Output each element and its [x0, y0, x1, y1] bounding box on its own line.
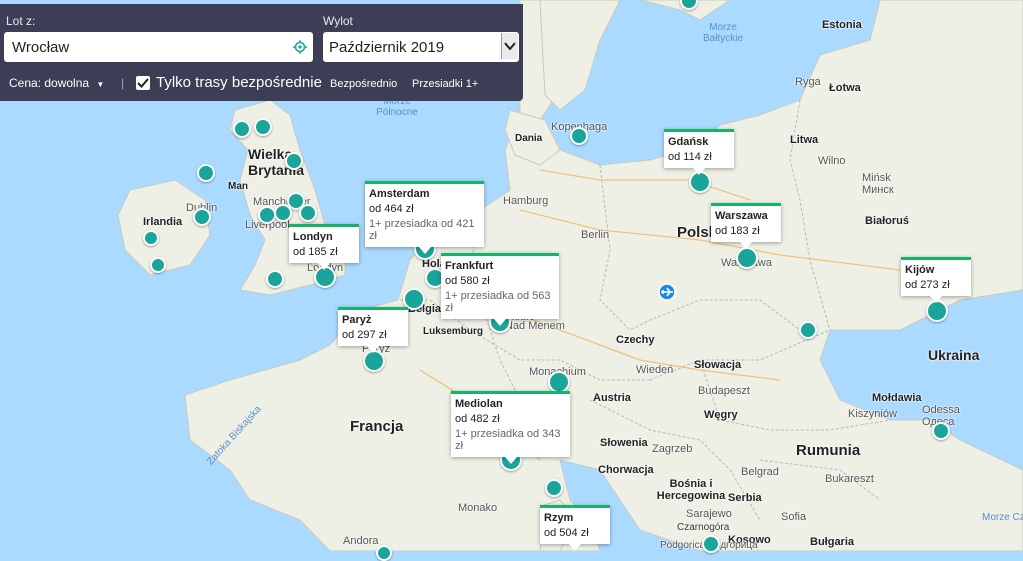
direct-only-checkbox[interactable]: [136, 76, 150, 90]
callout-warsaw[interactable]: Warszawa od 183 zł: [711, 203, 781, 249]
callout-price: od 273 zł: [905, 279, 950, 291]
callout-price: od 504 zł: [544, 527, 589, 539]
callout-price: od 482 zł: [455, 413, 500, 425]
tab-direct[interactable]: Bezpośrednio: [330, 78, 397, 90]
destination-dot[interactable]: [376, 545, 392, 561]
destination-dot[interactable]: [570, 127, 588, 145]
destination-dot[interactable]: [545, 479, 563, 497]
from-label: Lot z:: [6, 14, 36, 28]
callout-london[interactable]: Londyn od 185 zł: [289, 224, 359, 270]
destination-dot[interactable]: [932, 422, 950, 440]
chevron-down-icon[interactable]: [501, 33, 518, 59]
departure-select[interactable]: Październik 2019: [323, 32, 519, 62]
callout-price: od 464 zł: [369, 203, 414, 215]
callout-name: Warszawa: [715, 210, 768, 222]
callout-name: Gdańsk: [668, 136, 709, 148]
departure-label: Wylot: [323, 14, 353, 28]
callout-gdansk[interactable]: Gdańsk od 114 zł: [664, 129, 734, 175]
price-filter-label: Cena: dowolna: [9, 76, 90, 90]
callout-price: od 185 zł: [293, 246, 338, 258]
from-input[interactable]: [10, 32, 274, 62]
callout-rome[interactable]: Rzym od 504 zł: [540, 505, 610, 551]
callout-name: Frankfurt: [445, 260, 494, 272]
destination-dot-paris[interactable]: [363, 350, 385, 372]
destination-dot[interactable]: [274, 204, 292, 222]
origin-airplane-icon[interactable]: [658, 283, 676, 301]
search-panel: Lot z: Wylot Październik 2019 Cena: dowo…: [0, 4, 523, 101]
destination-dot[interactable]: [299, 204, 317, 222]
price-filter[interactable]: Cena: dowolna ▼: [9, 76, 104, 90]
destination-dot[interactable]: [285, 152, 303, 170]
callout-price: od 183 zł: [715, 225, 760, 237]
callout-frankfurt[interactable]: Frankfurt od 580 zł 1+ przesiadka od 563…: [441, 253, 559, 326]
callout-price: od 297 zł: [342, 329, 387, 341]
destination-dot[interactable]: [143, 230, 159, 246]
check-icon: [137, 78, 149, 88]
destination-dot[interactable]: [233, 120, 251, 138]
departure-value: Październik 2019: [329, 39, 445, 56]
destination-dot[interactable]: [193, 208, 211, 226]
destination-dot[interactable]: [799, 321, 817, 339]
destination-dot[interactable]: [254, 118, 272, 136]
callout-name: Kijów: [905, 264, 935, 276]
from-field[interactable]: [4, 32, 313, 62]
destination-dot[interactable]: [548, 371, 570, 393]
destination-dot-warsaw[interactable]: [736, 247, 758, 269]
callout-amsterdam[interactable]: Amsterdam od 464 zł 1+ przesiadka od 421…: [365, 181, 484, 254]
callout-name: Londyn: [293, 231, 333, 243]
callout-price: od 114 zł: [668, 151, 712, 163]
caret-down-icon: ▼: [96, 80, 105, 89]
callout-name: Rzym: [544, 512, 574, 524]
destination-dot[interactable]: [266, 270, 284, 288]
direct-only-label[interactable]: Tylko trasy bezpośrednie: [156, 74, 322, 91]
callout-transfer-price: 1+ przesiadka od 563 zł: [445, 290, 551, 314]
callout-paris[interactable]: Paryż od 297 zł: [338, 307, 408, 353]
callout-name: Mediolan: [455, 398, 503, 410]
callout-transfer-price: 1+ przesiadka od 421 zł: [369, 218, 475, 242]
callout-name: Paryż: [342, 314, 372, 326]
callout-milan[interactable]: Mediolan od 482 zł 1+ przesiadka od 343 …: [451, 391, 570, 464]
callout-kyiv[interactable]: Kijów od 273 zł: [901, 257, 971, 303]
destination-dot-kyiv[interactable]: [926, 300, 948, 322]
destination-dot[interactable]: [197, 164, 215, 182]
callout-transfer-price: 1+ przesiadka od 343 zł: [455, 428, 561, 452]
callout-name: Amsterdam: [369, 188, 430, 200]
crosshair-icon[interactable]: [293, 40, 307, 54]
callout-price: od 580 zł: [445, 275, 490, 287]
destination-dot[interactable]: [150, 257, 166, 273]
separator: |: [121, 76, 125, 90]
destination-dot[interactable]: [702, 535, 720, 553]
tab-transfers[interactable]: Przesiadki 1+: [412, 78, 478, 90]
